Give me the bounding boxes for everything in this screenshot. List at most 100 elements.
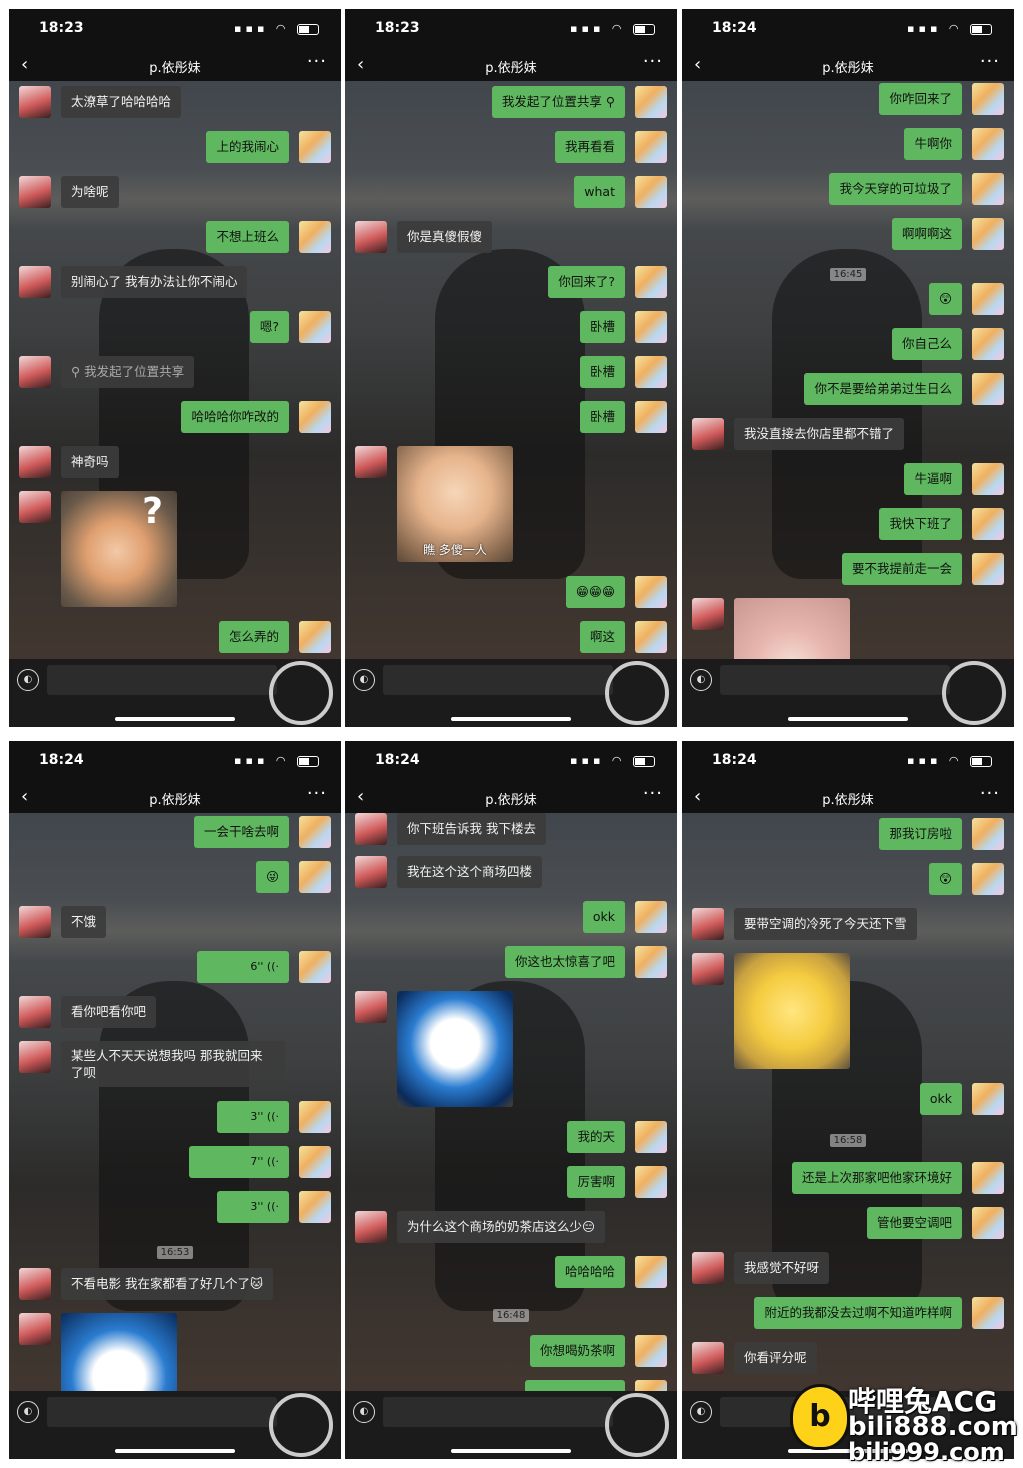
message-bubble[interactable]: 你这也太惊喜了吧: [504, 946, 625, 978]
message-bubble[interactable]: 牛逼啊: [904, 463, 962, 495]
message-bubble[interactable]: 你看评分呢: [734, 1342, 817, 1374]
avatar-contact[interactable]: [355, 813, 387, 845]
avatar-self[interactable]: [972, 83, 1004, 115]
avatar-self[interactable]: [635, 1121, 667, 1153]
message-bubble[interactable]: 管他要空调吧: [866, 1207, 962, 1239]
avatar-self[interactable]: [635, 946, 667, 978]
message-bubble[interactable]: 我没直接去你店里都不错了: [734, 418, 905, 450]
message-bubble[interactable]: 你咋回来了: [879, 83, 962, 115]
avatar-self[interactable]: [972, 863, 1004, 895]
message-bubble[interactable]: 看你吧看你吧: [61, 996, 157, 1028]
message-bubble[interactable]: 我今天穿的可垃圾了: [829, 173, 962, 205]
voice-message[interactable]: 3'' ((·: [217, 1191, 289, 1223]
avatar-self[interactable]: [635, 576, 667, 608]
message-bubble[interactable]: 😲: [928, 863, 962, 895]
avatar-self[interactable]: [299, 311, 331, 343]
voice-input-icon[interactable]: ◐: [17, 669, 39, 691]
floating-window-icon[interactable]: [605, 661, 669, 725]
avatar-self[interactable]: [972, 328, 1004, 360]
avatar-self[interactable]: [635, 621, 667, 653]
message-bubble[interactable]: 不饿: [61, 906, 107, 938]
avatar-contact[interactable]: [355, 221, 387, 253]
avatar-self[interactable]: [635, 176, 667, 208]
message-bubble[interactable]: 我感觉不好呀: [734, 1252, 830, 1284]
message-bubble[interactable]: 你回来了?: [548, 266, 625, 298]
avatar-self[interactable]: [972, 553, 1004, 585]
avatar-self[interactable]: [299, 1191, 331, 1223]
message-bubble[interactable]: 我在这个这个商场四楼: [397, 856, 543, 888]
avatar-contact[interactable]: [692, 953, 724, 985]
avatar-contact[interactable]: [355, 991, 387, 1023]
avatar-self[interactable]: [972, 818, 1004, 850]
message-bubble[interactable]: 为什么这个商场的奶茶店这么少😑: [397, 1211, 606, 1243]
message-bubble[interactable]: 嗯?: [249, 311, 289, 343]
avatar-contact[interactable]: [692, 908, 724, 940]
avatar-contact[interactable]: [19, 1041, 51, 1073]
message-bubble[interactable]: 不看电影 我在家都看了好几个了🐱: [61, 1268, 274, 1300]
message-bubble[interactable]: 不想上班么: [206, 221, 289, 253]
avatar-self[interactable]: [635, 1166, 667, 1198]
avatar-self[interactable]: [972, 283, 1004, 315]
voice-input-icon[interactable]: ◐: [353, 1401, 375, 1423]
more-options-icon[interactable]: ···: [980, 783, 1000, 804]
location-share-bubble[interactable]: ⚲ 我发起了位置共享: [61, 356, 195, 388]
avatar-contact[interactable]: [19, 491, 51, 523]
message-bubble[interactable]: 卧槽: [579, 311, 625, 343]
sticker-baby-image[interactable]: 瞧 多傻一人: [397, 446, 513, 562]
avatar-self[interactable]: [635, 311, 667, 343]
location-share-bubble[interactable]: 我发起了位置共享 ⚲: [491, 86, 625, 118]
message-input[interactable]: [383, 1397, 613, 1427]
message-bubble[interactable]: 那我订房啦: [879, 818, 962, 850]
message-bubble[interactable]: 还是上次那家吧他家环境好: [791, 1162, 962, 1194]
message-bubble[interactable]: 你想喝奶茶啊: [529, 1335, 625, 1367]
message-bubble[interactable]: 你是真傻假傻: [397, 221, 493, 253]
message-bubble[interactable]: 我的天: [567, 1121, 625, 1153]
avatar-self[interactable]: [299, 621, 331, 653]
message-bubble[interactable]: 😁😁😁: [565, 576, 625, 608]
message-bubble[interactable]: 你下班告诉我 我下楼去: [397, 813, 546, 845]
avatar-self[interactable]: [299, 1101, 331, 1133]
message-bubble[interactable]: what: [574, 176, 625, 208]
avatar-self[interactable]: [635, 401, 667, 433]
avatar-self[interactable]: [299, 951, 331, 983]
message-bubble[interactable]: 怎么弄的: [218, 621, 289, 653]
message-bubble[interactable]: 牛啊你: [904, 128, 962, 160]
message-bubble[interactable]: 别闹心了 我有办法让你不闹心: [61, 266, 248, 298]
sticker-doraemon-grin-image[interactable]: [397, 991, 513, 1107]
message-bubble[interactable]: 为啥呢: [61, 176, 119, 208]
message-bubble[interactable]: 卧槽: [579, 356, 625, 388]
avatar-contact[interactable]: [355, 856, 387, 888]
voice-message[interactable]: 3'' ((·: [217, 1101, 289, 1133]
avatar-contact[interactable]: [692, 1252, 724, 1284]
voice-input-icon[interactable]: ◐: [17, 1401, 39, 1423]
avatar-self[interactable]: [299, 861, 331, 893]
avatar-self[interactable]: [972, 1083, 1004, 1115]
avatar-self[interactable]: [299, 1146, 331, 1178]
sticker-cat-image[interactable]: [734, 598, 850, 659]
avatar-contact[interactable]: [19, 86, 51, 118]
sticker-fox-image[interactable]: ?: [61, 491, 177, 607]
message-bubble[interactable]: 要带空调的冷死了今天还下雪: [734, 908, 917, 940]
message-bubble[interactable]: 😲: [928, 283, 962, 315]
message-input[interactable]: [47, 1397, 277, 1427]
message-bubble[interactable]: 要不我提前走一会: [841, 553, 962, 585]
message-bubble[interactable]: 😜: [255, 861, 289, 893]
avatar-self[interactable]: [635, 1256, 667, 1288]
message-input[interactable]: [720, 665, 950, 695]
floating-window-icon[interactable]: [605, 1393, 669, 1457]
message-bubble[interactable]: 卧槽: [579, 401, 625, 433]
avatar-contact[interactable]: [19, 906, 51, 938]
avatar-self[interactable]: [972, 1297, 1004, 1329]
avatar-contact[interactable]: [19, 1313, 51, 1345]
avatar-self[interactable]: [635, 266, 667, 298]
message-bubble[interactable]: 厉害啊: [567, 1166, 625, 1198]
avatar-contact[interactable]: [19, 176, 51, 208]
message-bubble[interactable]: 哈哈哈你咋改的: [181, 401, 289, 433]
message-bubble[interactable]: 啊啊啊这: [891, 218, 962, 250]
more-options-icon[interactable]: ···: [643, 783, 663, 804]
message-bubble[interactable]: 上的我闹心: [206, 131, 289, 163]
avatar-contact[interactable]: [355, 1211, 387, 1243]
message-bubble[interactable]: 神奇吗: [61, 446, 119, 478]
avatar-contact[interactable]: [355, 446, 387, 478]
avatar-self[interactable]: [635, 131, 667, 163]
